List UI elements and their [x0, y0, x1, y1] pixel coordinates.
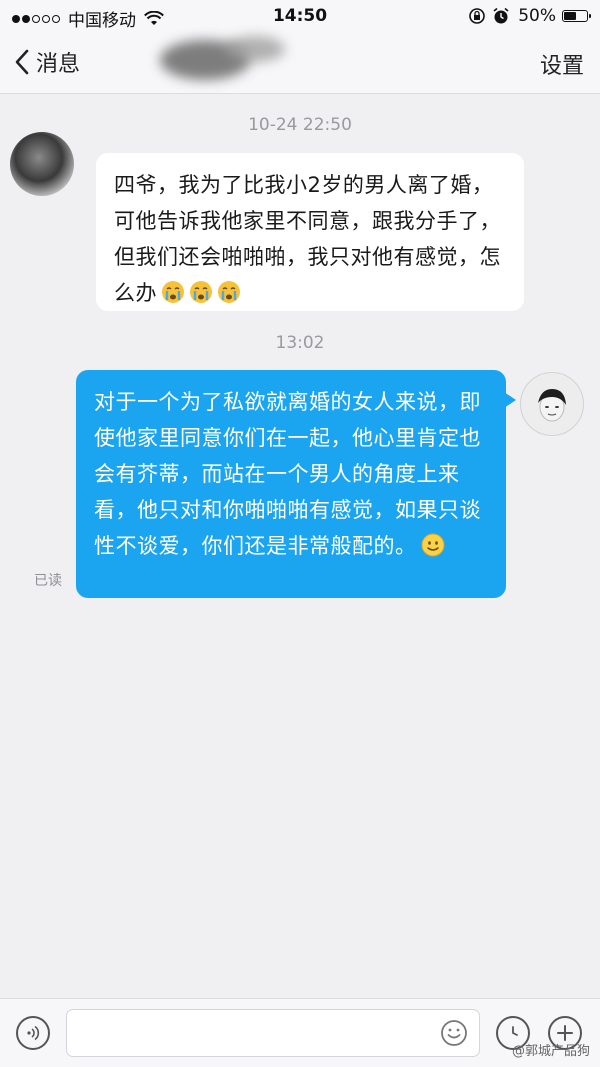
my-avatar[interactable] — [520, 372, 584, 436]
chevron-left-icon — [15, 49, 29, 75]
read-receipt: 已读 — [34, 573, 62, 589]
carrier-name: 中国移动 — [68, 11, 136, 31]
message-input-bar — [0, 998, 600, 1067]
alarm-icon — [493, 7, 509, 24]
battery-icon — [562, 10, 591, 22]
emoji-button-icon[interactable] — [440, 1019, 468, 1047]
message-timestamp: 13:02 — [275, 333, 325, 353]
crying-emoji-icon — [190, 281, 212, 303]
crying-emoji-icon — [162, 281, 184, 303]
voice-input-button[interactable] — [16, 1016, 50, 1050]
outgoing-message-bubble[interactable]: 对于一个为了私欲就离婚的女人来说，即使他家里同意你们在一起，他心里肯定也会有芥蒂… — [76, 370, 516, 598]
smile-emoji-icon — [421, 533, 444, 557]
voice-wave-icon — [27, 1025, 40, 1041]
orientation-lock-icon — [469, 8, 486, 24]
status-right: 50% — [462, 6, 591, 26]
redacted-contact-name-part — [225, 36, 285, 62]
crying-emoji-icon — [218, 281, 240, 303]
message-input[interactable] — [66, 1009, 480, 1057]
back-label: 消息 — [36, 52, 81, 77]
status-bar: 中国移动 14:50 50% — [0, 0, 600, 34]
message-timestamp: 10-24 22:50 — [248, 115, 352, 135]
status-left: 中国移动 — [12, 6, 164, 31]
incoming-message-bubble[interactable]: 四爷，我为了比我小2岁的男人离了婚，可他告诉我他家里不同意，跟我分手了，但我们还… — [96, 153, 524, 311]
navigation-bar: 消息 设置 — [0, 34, 600, 94]
user-avatar-image — [538, 389, 566, 422]
back-button[interactable]: 消息 — [14, 46, 80, 78]
battery-level — [564, 12, 576, 20]
wifi-icon — [144, 10, 164, 25]
watermark: @郭城产品狗 — [511, 1044, 590, 1059]
signal-strength-icon — [12, 14, 62, 23]
battery-percentage: 50% — [518, 6, 556, 26]
settings-button[interactable]: 设置 — [540, 48, 584, 80]
contact-avatar[interactable] — [10, 132, 74, 196]
